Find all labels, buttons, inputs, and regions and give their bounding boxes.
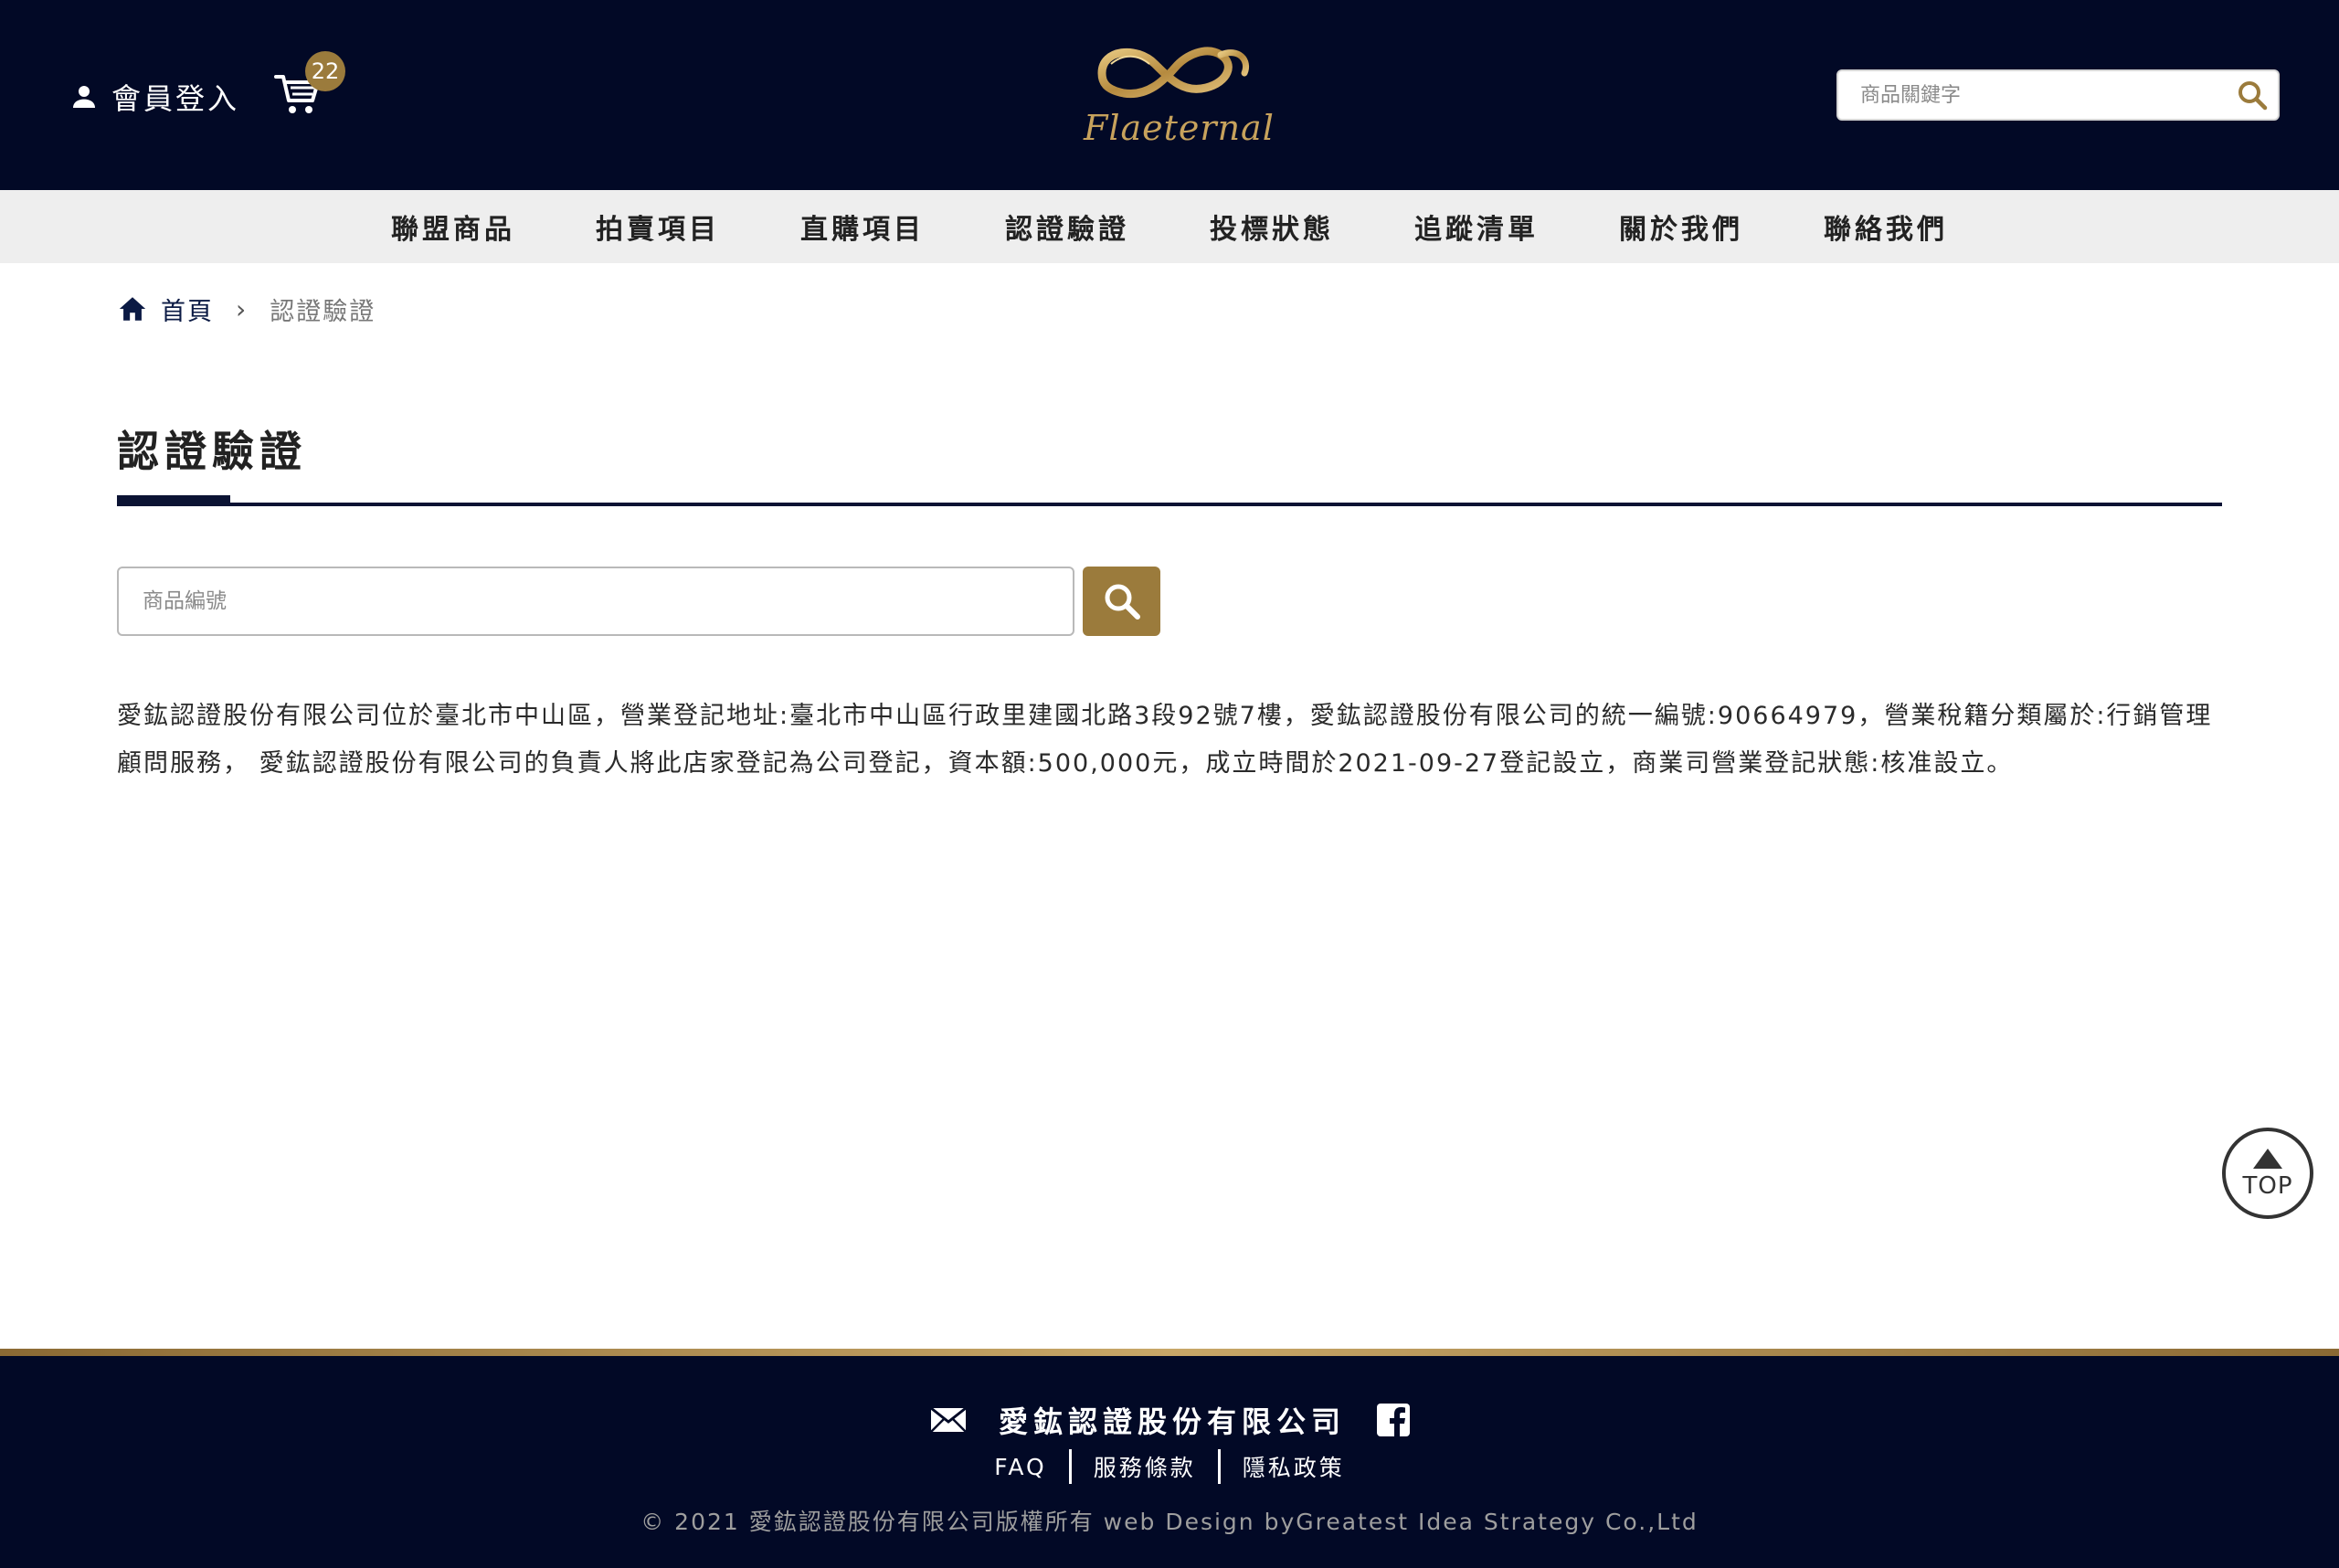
footer-link-privacy[interactable]: 隱私政策 — [1221, 1450, 1367, 1483]
title-accent-bar — [117, 495, 230, 506]
product-number-search-box — [117, 567, 1074, 636]
header-search-input[interactable] — [1838, 71, 2227, 119]
nav-item-bid-status[interactable]: 投標狀態 — [1170, 207, 1374, 247]
member-login-link[interactable]: 會員登入 — [69, 75, 239, 119]
nav-list: 聯盟商品 拍賣項目 直購項目 認證驗證 投標狀態 追蹤清單 關於我們 聯絡我們 — [351, 207, 1988, 247]
page-title: 認證驗證 — [117, 427, 307, 476]
chevron-right-icon: › — [236, 293, 249, 324]
search-icon — [1105, 584, 1140, 620]
search-icon — [2238, 81, 2268, 111]
company-description: 愛鈜認證股份有限公司位於臺北市中山區，營業登記地址:臺北市中山區行政里建國北路3… — [117, 702, 2213, 778]
footer-link-faq[interactable]: FAQ — [972, 1454, 1068, 1480]
breadcrumb: 首頁 › 認證驗證 — [117, 291, 376, 327]
breadcrumb-current: 認證驗證 — [270, 297, 376, 326]
page: 會員登入 22 Flaeternal 商品關鍵字 聯盟商品 拍賣項目 直購項目 … — [0, 0, 2339, 1568]
facebook-icon[interactable] — [1377, 1404, 1410, 1436]
nav-item-certification[interactable]: 認證驗證 — [965, 207, 1170, 247]
footer-gold-line — [0, 1349, 2339, 1356]
back-to-top-button[interactable]: TOP — [2222, 1128, 2313, 1219]
mail-icon[interactable] — [929, 1405, 968, 1435]
nav-item-watchlist[interactable]: 追蹤清單 — [1374, 207, 1579, 247]
home-icon[interactable] — [117, 293, 148, 324]
footer-link-terms[interactable]: 服務條款 — [1072, 1450, 1218, 1483]
header-search-button[interactable] — [2227, 69, 2278, 121]
site-header: 會員登入 22 Flaeternal 商品關鍵字 — [0, 0, 2339, 190]
nav-item-alliance-products[interactable]: 聯盟商品 — [351, 207, 556, 247]
arrow-up-icon — [2253, 1149, 2282, 1169]
footer-company-row: 愛鈜認證股份有限公司 — [0, 1393, 2339, 1447]
breadcrumb-home-link[interactable]: 首頁 — [161, 291, 214, 327]
nav-item-direct-purchase[interactable]: 直購項目 — [760, 207, 965, 247]
user-icon — [73, 86, 95, 108]
title-divider — [117, 503, 2222, 506]
member-login-label: 會員登入 — [111, 81, 240, 116]
cart-count-badge: 22 — [305, 51, 345, 91]
product-search-button[interactable] — [1083, 567, 1160, 636]
infinity-logo-icon — [1097, 47, 1249, 99]
product-number-input[interactable] — [119, 568, 1073, 634]
logo-wordmark: Flaeternal — [1084, 108, 1275, 148]
footer-copyright: © 2021 愛鈜認證股份有限公司版權所有 web Design byGreat… — [640, 1509, 1699, 1535]
main-nav: 聯盟商品 拍賣項目 直購項目 認證驗證 投標狀態 追蹤清單 關於我們 聯絡我們 — [0, 190, 2339, 263]
site-footer: 愛鈜認證股份有限公司 FAQ 服務條款 隱私政策 © 2021 愛鈜認證股份有限… — [0, 1356, 2339, 1568]
back-to-top-label: TOP — [2242, 1172, 2293, 1200]
footer-company-name: 愛鈜認證股份有限公司 — [998, 1404, 1346, 1439]
header-search-box — [1836, 69, 2280, 121]
nav-item-auction[interactable]: 拍賣項目 — [556, 207, 760, 247]
nav-item-about[interactable]: 關於我們 — [1579, 207, 1783, 247]
footer-links: FAQ 服務條款 隱私政策 — [0, 1444, 2339, 1489]
site-logo[interactable]: Flaeternal — [1084, 33, 1275, 152]
nav-item-contact[interactable]: 聯絡我們 — [1783, 207, 1988, 247]
